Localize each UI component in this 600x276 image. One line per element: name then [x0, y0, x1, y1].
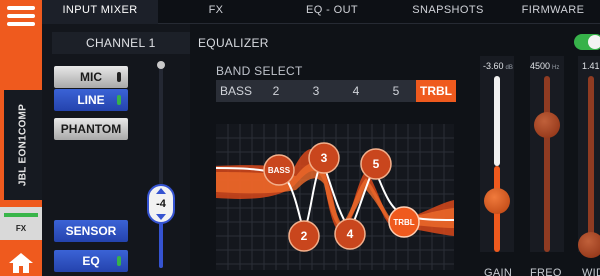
- freq-value: 4500 Hz: [530, 61, 559, 71]
- width-track[interactable]: [588, 76, 594, 252]
- tab-firmware[interactable]: FIRMWARE: [506, 0, 600, 24]
- fx-tab[interactable]: FX: [0, 207, 42, 240]
- eq-node-3[interactable]: 3: [308, 142, 340, 174]
- mic-label: MIC: [80, 70, 102, 84]
- tab-eq-out[interactable]: EQ - OUT: [274, 0, 390, 24]
- eq-node-5[interactable]: 5: [360, 148, 392, 180]
- freq-value-number: 4500: [530, 61, 551, 71]
- channel-fader-knob[interactable]: -4: [147, 184, 175, 224]
- left-rail: JBL EON1COMP FX: [0, 0, 42, 276]
- eq-node-2[interactable]: 2: [288, 220, 320, 252]
- band-5[interactable]: 5: [376, 80, 416, 102]
- device-label: JBL EON1COMP: [17, 103, 29, 187]
- freq-knob[interactable]: [534, 112, 560, 138]
- gain-strip: [480, 56, 514, 252]
- device-tab[interactable]: JBL EON1COMP: [4, 90, 42, 200]
- eq-graph[interactable]: BASS 3 5 2 4 TRBL: [216, 124, 454, 270]
- width-knob[interactable]: [578, 232, 600, 258]
- band-4[interactable]: 4: [336, 80, 376, 102]
- eq-node-2-label: 2: [301, 229, 308, 243]
- line-led-icon: [117, 95, 121, 105]
- band-select-label: BAND SELECT: [216, 64, 303, 78]
- phantom-button[interactable]: PHANTOM: [54, 118, 128, 140]
- width-label: WID: [582, 267, 600, 276]
- gain-knob[interactable]: [484, 188, 510, 214]
- line-label: LINE: [77, 93, 105, 107]
- top-nav: INPUT MIXER FX EQ - OUT SNAPSHOTS FIRMWA…: [42, 0, 600, 24]
- eq-button[interactable]: EQ: [54, 250, 128, 272]
- band-2[interactable]: 2: [256, 80, 296, 102]
- gain-track-upper[interactable]: [494, 76, 500, 166]
- freq-unit: Hz: [552, 65, 560, 71]
- equalizer-title: EQUALIZER: [198, 36, 269, 50]
- eq-node-4[interactable]: 4: [334, 218, 366, 250]
- eq-node-trbl-label: TRBL: [393, 218, 414, 227]
- sensor-label: SENSOR: [65, 224, 117, 238]
- eq-node-bass-label: BASS: [268, 166, 291, 175]
- channel-title: CHANNEL 1: [52, 32, 190, 54]
- fader-top-dot-icon: [157, 61, 165, 69]
- band-3[interactable]: 3: [296, 80, 336, 102]
- eq-label: EQ: [82, 254, 100, 268]
- tab-input-mixer[interactable]: INPUT MIXER: [42, 0, 158, 24]
- home-icon[interactable]: [8, 252, 34, 274]
- mic-led-icon: [117, 72, 121, 82]
- eq-node-trbl[interactable]: TRBL: [388, 206, 420, 238]
- fx-tab-label: FX: [15, 224, 27, 233]
- eq-node-4-label: 4: [347, 227, 354, 241]
- chevron-down-icon[interactable]: [156, 214, 166, 220]
- chevron-up-icon[interactable]: [156, 188, 166, 194]
- hamburger-icon[interactable]: [7, 6, 35, 32]
- mic-button[interactable]: MIC: [54, 66, 128, 88]
- freq-track[interactable]: [544, 76, 550, 252]
- width-value: 1.41: [582, 61, 600, 71]
- gain-value: -3.60 dB: [483, 61, 513, 71]
- gain-value-number: -3.60: [483, 61, 504, 71]
- eq-led-icon: [117, 256, 121, 266]
- freq-strip: [530, 56, 564, 252]
- equalizer-toggle[interactable]: [574, 34, 600, 50]
- fx-status-bar: [4, 213, 38, 217]
- channel-fader-value: -4: [156, 198, 166, 210]
- eq-node-5-label: 5: [373, 157, 380, 171]
- band-selector: BASS 2 3 4 5 TRBL: [216, 80, 456, 102]
- width-strip: [578, 56, 600, 258]
- gain-label: GAIN: [484, 267, 513, 276]
- gain-unit: dB: [505, 65, 513, 71]
- band-trbl[interactable]: TRBL: [416, 80, 456, 102]
- toggle-knob: [588, 35, 600, 49]
- channel-panel: CHANNEL 1 MIC LINE PHANTOM SENSOR EQ -4: [42, 24, 190, 276]
- band-bass[interactable]: BASS: [216, 80, 256, 102]
- sensor-button[interactable]: SENSOR: [54, 220, 128, 242]
- tab-fx[interactable]: FX: [158, 0, 274, 24]
- eq-node-3-label: 3: [321, 151, 328, 165]
- freq-label: FREQ: [530, 267, 562, 276]
- eq-node-bass[interactable]: BASS: [263, 154, 295, 186]
- phantom-label: PHANTOM: [60, 122, 122, 136]
- tab-snapshots[interactable]: SNAPSHOTS: [390, 0, 506, 24]
- line-button[interactable]: LINE: [54, 89, 128, 111]
